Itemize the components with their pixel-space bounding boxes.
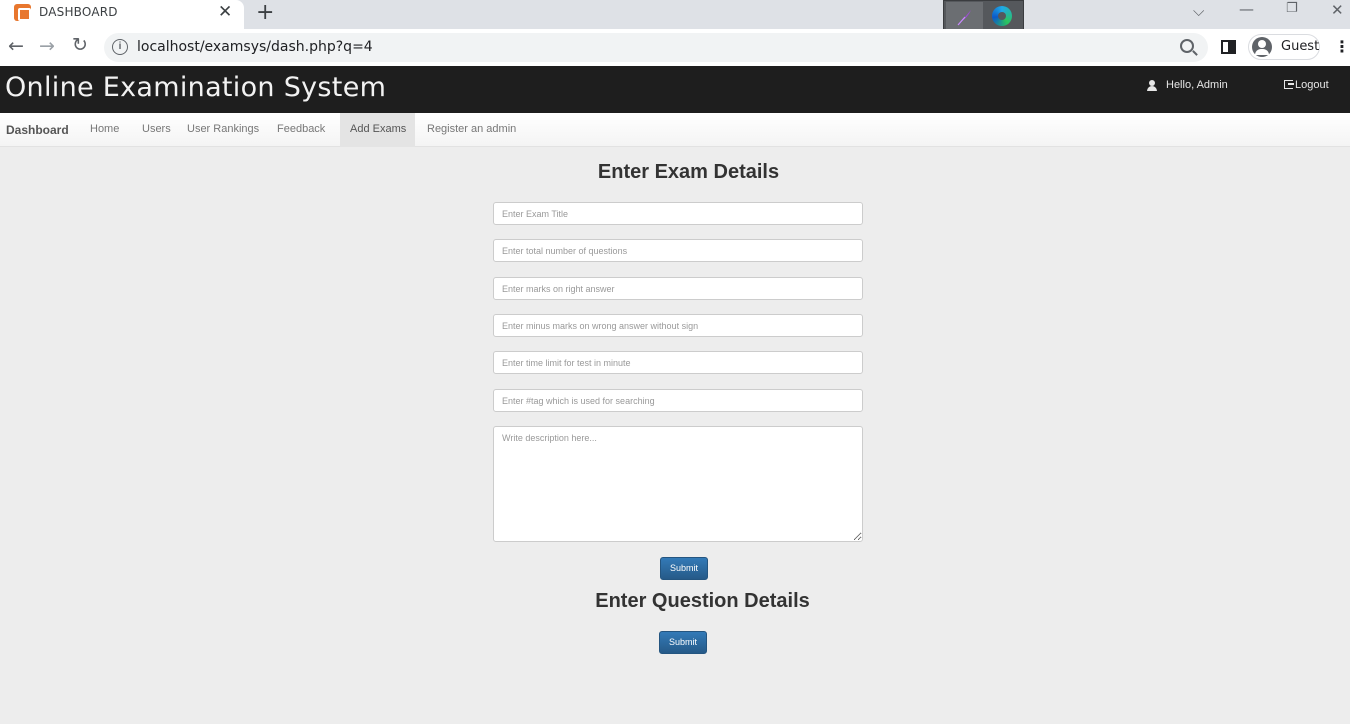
restore-icon[interactable]: ❐ [1286,1,1298,16]
tab-title: DASHBOARD [39,5,118,19]
search-tag-input[interactable] [493,389,863,412]
tab-search-icon[interactable]: ⌵ [1193,2,1204,20]
url-text[interactable]: localhost/examsys/dash.php?q=4 [137,39,373,55]
wrong-answer-marks-input[interactable] [493,314,863,337]
exam-title-input[interactable] [493,202,863,225]
site-info-icon[interactable]: i [112,39,128,55]
nav-item-home[interactable]: Home [90,113,119,147]
nav-item-feedback[interactable]: Feedback [277,113,325,147]
address-bar[interactable]: i localhost/examsys/dash.php?q=4 [104,33,1208,62]
reload-icon[interactable]: ↻ [72,34,88,56]
question-details-heading: Enter Question Details [595,590,810,612]
browser-menu-icon[interactable]: ⋮ [1334,37,1350,56]
zoom-icon[interactable] [1180,39,1194,53]
avatar-icon [1252,37,1272,57]
tab-close-icon[interactable]: ✕ [218,2,232,22]
back-arrow-icon[interactable]: ← [8,35,24,57]
browser-toolbar: ← → ↻ i localhost/examsys/dash.php?q=4 G… [0,29,1350,66]
forward-arrow-icon[interactable]: → [39,35,55,57]
feather-pen-icon [957,10,971,26]
profile-button[interactable]: Guest [1248,34,1320,60]
browser-tab[interactable]: DASHBOARD ✕ [0,0,244,29]
main-navbar: Dashboard Home Users User Rankings Feedb… [0,113,1350,147]
site-title: Online Examination System [5,72,387,103]
side-panel-icon[interactable] [1221,40,1236,54]
window-close-icon[interactable]: ✕ [1331,1,1344,19]
minimize-icon[interactable]: — [1239,0,1254,18]
user-icon [1147,80,1157,91]
nav-brand[interactable]: Dashboard [6,123,69,137]
time-limit-input[interactable] [493,351,863,374]
question-submit-button[interactable]: Submit [659,631,707,654]
site-header: Online Examination System Hello, Admin L… [0,66,1350,113]
nav-item-user-rankings[interactable]: User Rankings [187,113,259,147]
right-answer-marks-input[interactable] [493,277,863,300]
edge-logo-icon[interactable] [992,6,1012,26]
logout-link[interactable]: Logout [1284,79,1329,91]
new-tab-button[interactable]: + [256,0,274,25]
browser-tabstrip: DASHBOARD ✕ + ⌵ — ❐ ✕ [0,0,1350,35]
profile-label: Guest [1281,39,1320,54]
logout-label: Logout [1295,79,1329,91]
nav-item-users[interactable]: Users [142,113,171,147]
exam-details-heading: Enter Exam Details [597,161,780,183]
greeting: Hello, Admin [1166,79,1228,91]
nav-item-register-admin[interactable]: Register an admin [427,113,516,147]
logout-icon [1284,80,1294,89]
nav-item-add-exams[interactable]: Add Exams [340,113,416,147]
xampp-favicon-icon [14,4,31,21]
description-textarea[interactable] [493,426,863,542]
total-questions-input[interactable] [493,239,863,262]
exam-submit-button[interactable]: Submit [660,557,708,580]
